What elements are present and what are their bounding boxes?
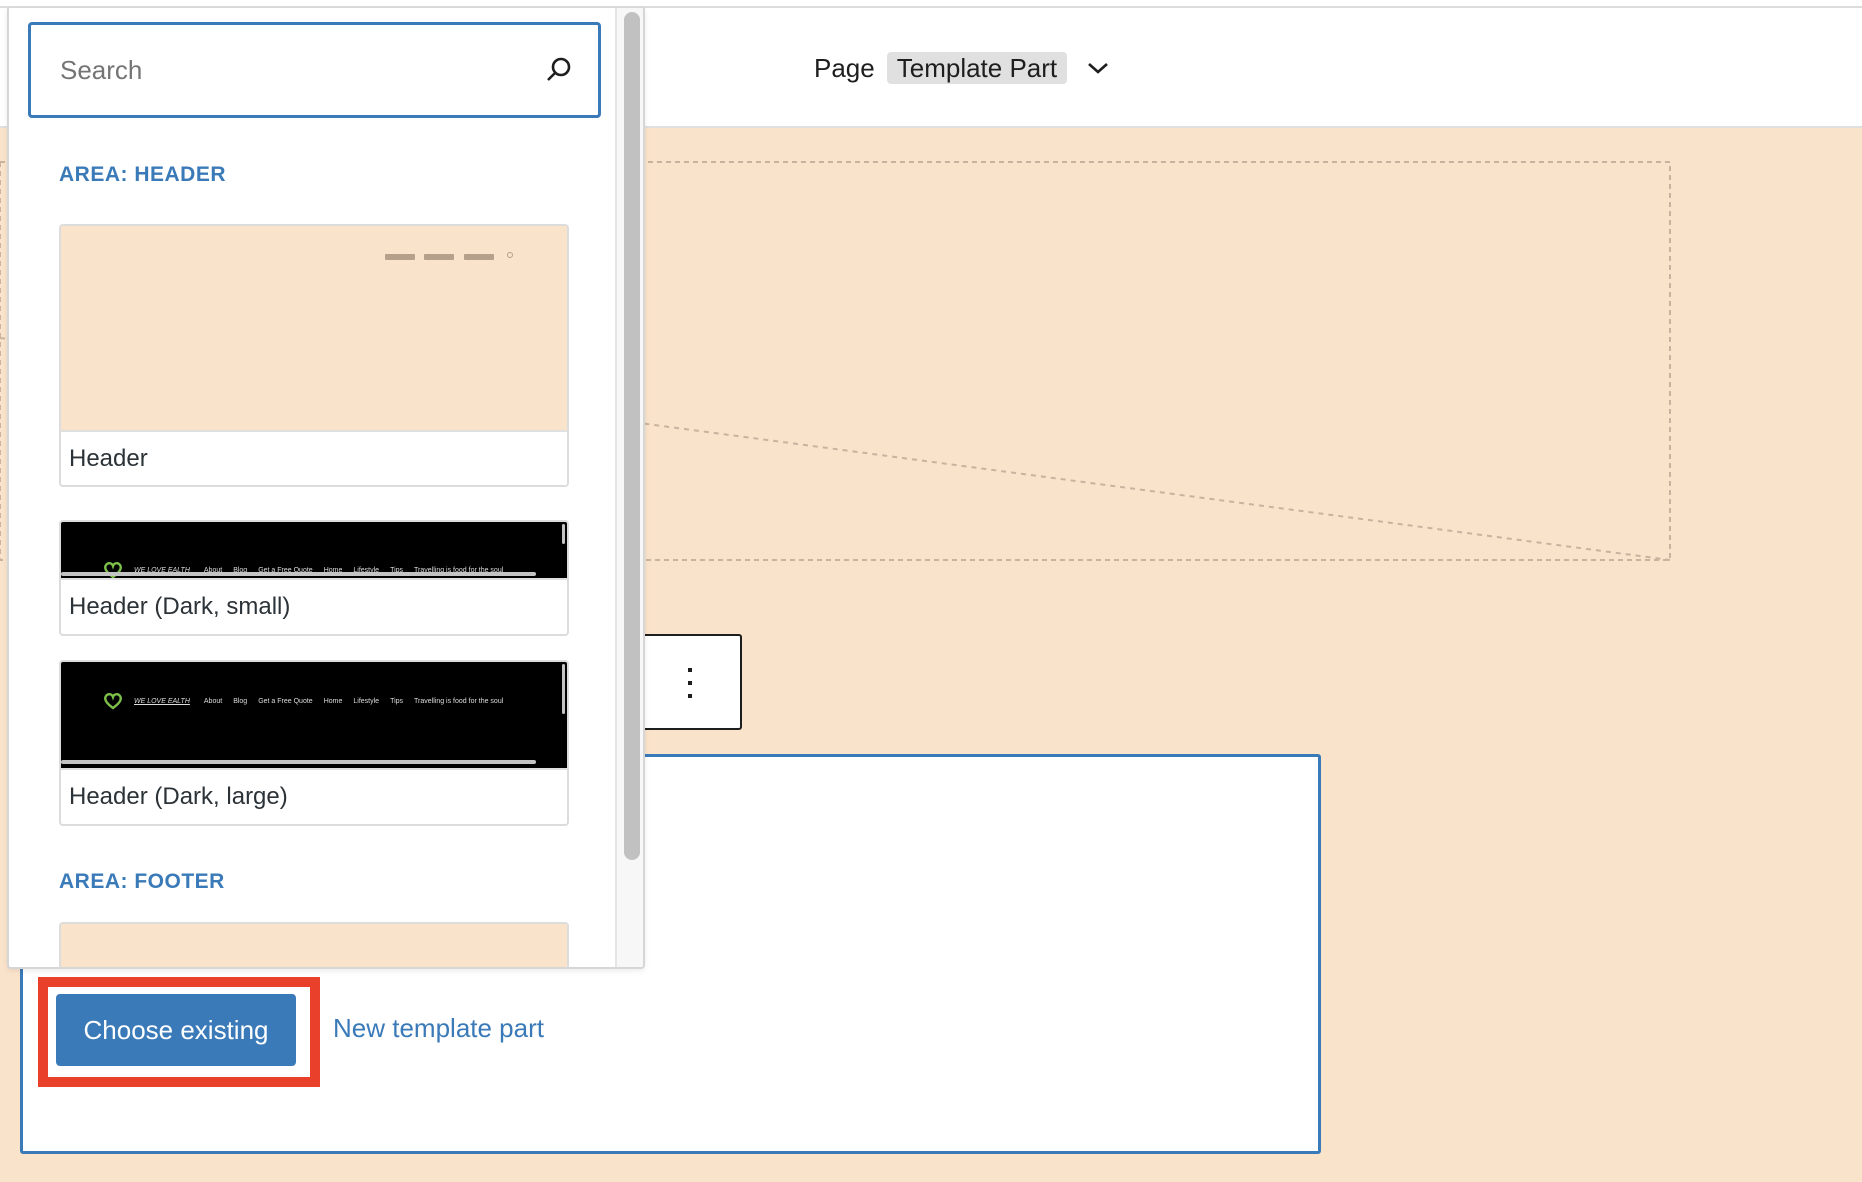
template-part-card-header-dark-small[interactable]: WE LOVE EALTH About Blog Get a Free Quot… [59,520,569,636]
preview-scrollbar [562,524,565,544]
popover-scrollbar-thumb[interactable] [624,12,640,860]
chevron-down-icon[interactable] [1085,55,1111,81]
preview-nav-link: About [203,697,223,705]
preview-nav-link: Lifestyle [353,697,380,705]
preview-nav-link: Home [323,697,343,705]
preview-nav-link: Get a Free Quote [258,697,313,705]
card-label: Header [61,430,567,485]
preview-hscrollbar [61,572,536,576]
nav-placeholder [424,254,454,260]
template-part-picker-popover: AREA: HEADER Header [7,8,645,969]
breadcrumb: Page Template Part [814,52,1111,84]
popover-content: AREA: HEADER Header [9,8,615,967]
top-border [0,0,1862,8]
more-vertical-icon [686,666,694,705]
site-editor: Page Template Part y one. Choose existin… [0,0,1862,1182]
card-label: Header (Dark, small) [61,578,567,634]
search-icon [507,252,513,258]
area-footer-label: AREA: FOOTER [59,870,225,893]
new-template-part-link[interactable]: New template part [333,1013,544,1044]
heart-logo-icon [103,561,123,579]
template-part-card-footer[interactable] [59,922,569,967]
template-part-card-header[interactable]: Header [59,224,569,487]
choose-existing-button[interactable]: Choose existing [56,994,296,1066]
search-field[interactable] [28,22,601,118]
area-header-label: AREA: HEADER [59,163,227,186]
preview-brand: WE LOVE EALTH [134,697,190,705]
template-part-card-header-dark-large[interactable]: WE LOVE EALTH About Blog Get a Free Quot… [59,660,569,826]
card-preview: WE LOVE EALTH About Blog Get a Free Quot… [61,662,567,770]
card-preview [61,924,567,967]
preview-nav: WE LOVE EALTH About Blog Get a Free Quot… [103,561,514,579]
popover-scrollbar[interactable] [615,8,643,967]
preview-hscrollbar [61,760,536,764]
card-preview [61,226,567,432]
preview-nav-link: Tips [390,697,404,705]
card-label: Header (Dark, large) [61,768,567,824]
preview-nav-link: Blog [233,697,248,705]
preview-nav: WE LOVE EALTH About Blog Get a Free Quot… [103,692,514,710]
breadcrumb-page[interactable]: Page [814,53,875,84]
heart-logo-icon [103,692,123,710]
nav-placeholder [385,254,415,260]
preview-scrollbar [562,664,565,714]
preview-nav-link: Travelling is food for the soul [414,697,504,705]
nav-placeholder [464,254,494,260]
search-icon [544,55,574,85]
breadcrumb-template-part[interactable]: Template Part [886,52,1068,84]
search-input[interactable] [60,54,544,86]
more-options-button[interactable] [660,655,720,715]
